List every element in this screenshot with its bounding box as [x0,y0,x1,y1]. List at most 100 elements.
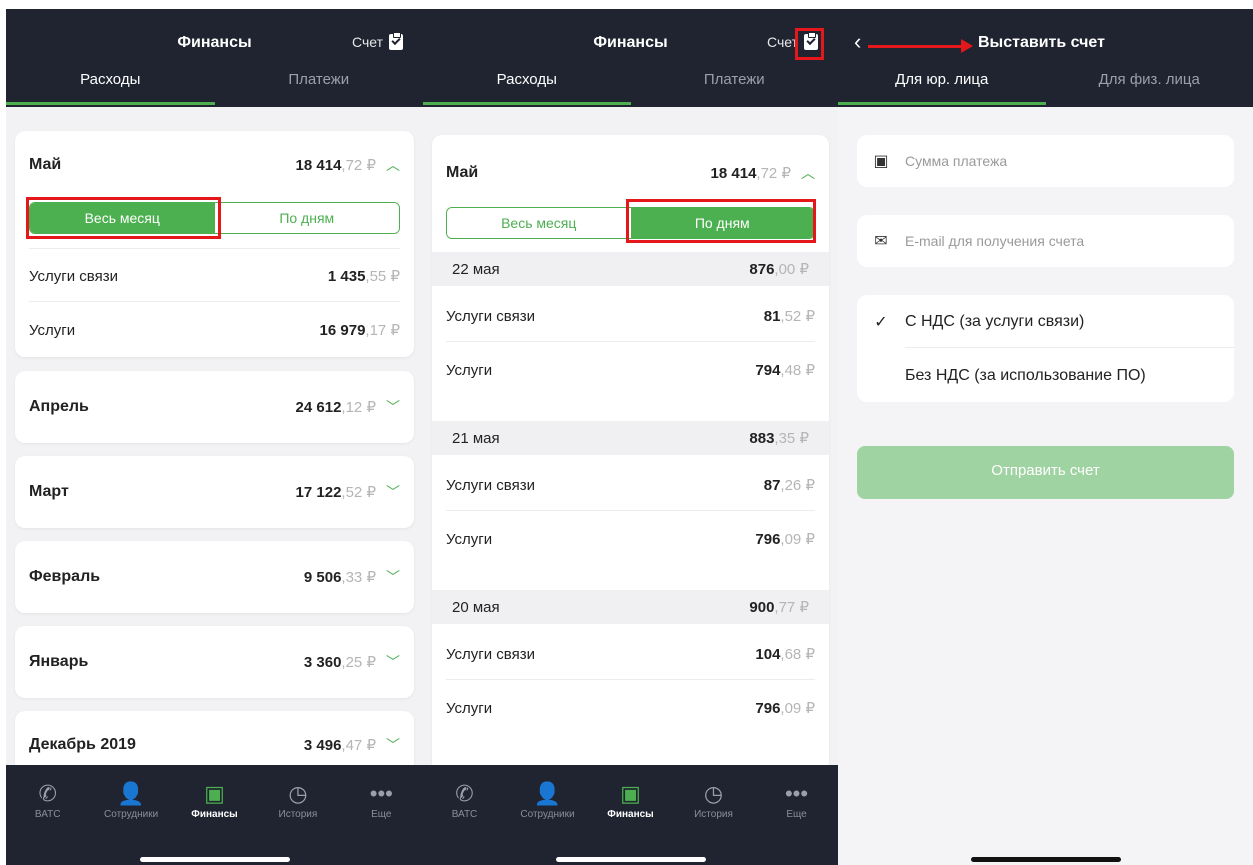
tab-payments[interactable]: Платежи [631,67,839,107]
service-amount: 1 435,55 ₽ [327,268,400,285]
month-card[interactable]: Апрель 24 612,12 ₽ ﹀ [15,371,414,443]
tab-payments[interactable]: Платежи [215,67,424,107]
finance-screen-month: Финансы Счет Расходы Платежи Май 18 414,… [6,9,423,865]
top-bar: ‹ Выставить счет Для юр. лица Для физ. л… [838,9,1253,107]
person-icon: 👤 [533,781,562,806]
nav-item-pbx[interactable]: ✆ ВАТС [6,781,89,820]
month-header: Февраль 9 506,33 ₽ ﹀ [29,567,400,587]
service-label: Услуги [446,361,493,379]
day-amount: 900,77 ₽ [749,599,809,616]
wallet-icon: ▣ [873,153,889,170]
list-item: Услуги связи 104,68 ₽ [446,645,815,664]
service-amount: 794,48 ₽ [755,362,815,379]
divider [446,341,815,342]
annotation-arrow [868,45,964,48]
email-field[interactable]: ✉ E-mail для получения счета [857,215,1234,267]
chevron-up-icon: ︿ [801,165,815,181]
option-without-vat[interactable]: Без НДС (за использование ПО) [857,349,1234,402]
home-indicator [555,857,706,862]
amount-field[interactable]: ▣ Сумма платежа [857,135,1234,187]
month-amount: 18 414,72 ₽ ︿ [295,157,400,174]
month-amount: 18 414,72 ₽ ︿ [710,165,815,182]
send-invoice-button[interactable]: Отправить счет [857,446,1234,499]
wallet-icon: ▣ [620,781,641,806]
email-placeholder: E-mail для получения счета [905,233,1085,249]
more-icon: ••• [369,781,393,806]
nav-item-more[interactable]: ••• Еще [755,781,838,820]
bottom-nav: ✆ ВАТС 👤 Сотрудники ▣ Финансы ◷ История ••• Е… [423,765,838,865]
top-bar: Финансы Счет Расходы Платежи [423,9,838,107]
list-item: Услуги 796,09 ₽ [446,699,815,718]
nav-item-more[interactable]: ••• Еще [340,781,423,820]
day-header: 20 мая 900,77 ₽ [432,590,829,624]
month-name: Май [29,156,62,173]
nav-item-finance[interactable]: ▣ Финансы [173,781,256,820]
month-card[interactable]: Январь 3 360,25 ₽ ﹀ [15,626,414,698]
nav-item-finance[interactable]: ▣ Финансы [589,781,672,820]
service-amount: 87,26 ₽ [763,477,815,494]
clock-icon: ◷ [703,781,724,806]
amount-placeholder: Сумма платежа [905,153,1008,169]
service-label: Услуги связи [446,645,535,663]
service-amount: 81,52 ₽ [763,308,815,325]
chevron-left-icon[interactable]: ‹ [854,29,861,55]
service-label: Услуги связи [29,267,118,285]
clock-icon: ◷ [288,781,308,806]
option-label: Без НДС (за использование ПО) [905,366,1146,384]
list-item: Услуги 16 979,17 ₽ [29,321,400,340]
nav-item-history[interactable]: ◷ История [672,781,755,820]
day-date: 20 мая [452,598,500,616]
service-amount: 104,68 ₽ [755,646,815,663]
more-icon: ••• [784,781,809,806]
option-with-vat[interactable]: ✓ С НДС (за услуги связи) [857,295,1234,348]
month-name: Январь [29,653,89,670]
nav-item-employees[interactable]: 👤 Сотрудники [89,781,172,820]
tab-bar: Для юр. лица Для физ. лица [838,67,1253,107]
service-amount: 796,09 ₽ [755,700,815,717]
month-card[interactable]: Март 17 122,52 ₽ ﹀ [15,456,414,528]
tab-legal-entity[interactable]: Для юр. лица [838,67,1046,107]
day-date: 22 мая [452,260,500,278]
service-label: Услуги [29,321,76,339]
month-header[interactable]: Май 18 414,72 ₽ ︿ [446,163,815,183]
segment-by-days[interactable]: По дням [214,203,399,233]
month-amount: 17 122,52 ₽ ﹀ [295,484,400,501]
service-label: Услуги [446,699,493,717]
tab-individual[interactable]: Для физ. лица [1046,67,1253,107]
bottom-nav: ✆ ВАТС 👤 Сотрудники ▣ Финансы ◷ История ••• Е… [6,765,423,865]
divider [905,347,1234,348]
list-item: Услуги связи 81,52 ₽ [446,307,815,326]
vat-options: ✓ С НДС (за услуги связи) Без НДС (за ис… [857,295,1234,402]
day-header: 22 мая 876,00 ₽ [432,252,829,286]
nav-item-pbx[interactable]: ✆ ВАТС [423,781,506,820]
chevron-down-icon: ﹀ [386,569,400,585]
month-header[interactable]: Май 18 414,72 ₽ ︿ [29,155,400,175]
finance-screen-days: Финансы Счет Расходы Платежи Май 18 414,… [423,9,838,865]
page-title: Выставить счет [978,34,1105,51]
invoice-button[interactable]: Счет [352,32,403,50]
month-name: Февраль [29,568,101,585]
segment-whole-month[interactable]: Весь месяц [447,208,631,238]
month-card-may: Май 18 414,72 ₽ ︿ Весь месяц По дням Услу… [15,131,414,357]
list-item: Услуги 796,09 ₽ [446,530,815,549]
service-label: Услуги [446,530,493,548]
month-card[interactable]: Февраль 9 506,33 ₽ ﹀ [15,541,414,613]
screenshot-stage: Финансы Счет Расходы Платежи Май 18 414,… [0,0,1253,865]
nav-item-employees[interactable]: 👤 Сотрудники [506,781,589,820]
day-amount: 876,00 ₽ [749,261,809,278]
tab-expenses[interactable]: Расходы [6,67,215,107]
nav-item-history[interactable]: ◷ История [256,781,339,820]
service-label: Услуги связи [446,476,535,494]
month-name: Март [29,483,69,500]
service-amount: 16 979,17 ₽ [319,322,400,339]
tab-expenses[interactable]: Расходы [423,67,631,107]
highlight-frame [26,197,221,239]
month-amount: 9 506,33 ₽ ﹀ [303,569,400,586]
list-item: Услуги 794,48 ₽ [446,361,815,380]
day-header: 21 мая 883,35 ₽ [432,421,829,455]
month-name: Апрель [29,398,89,415]
divider [29,301,400,302]
month-header: Январь 3 360,25 ₽ ﹀ [29,652,400,672]
top-bar: Финансы Счет Расходы Платежи [6,9,423,107]
clipboard-check-icon [389,32,403,50]
